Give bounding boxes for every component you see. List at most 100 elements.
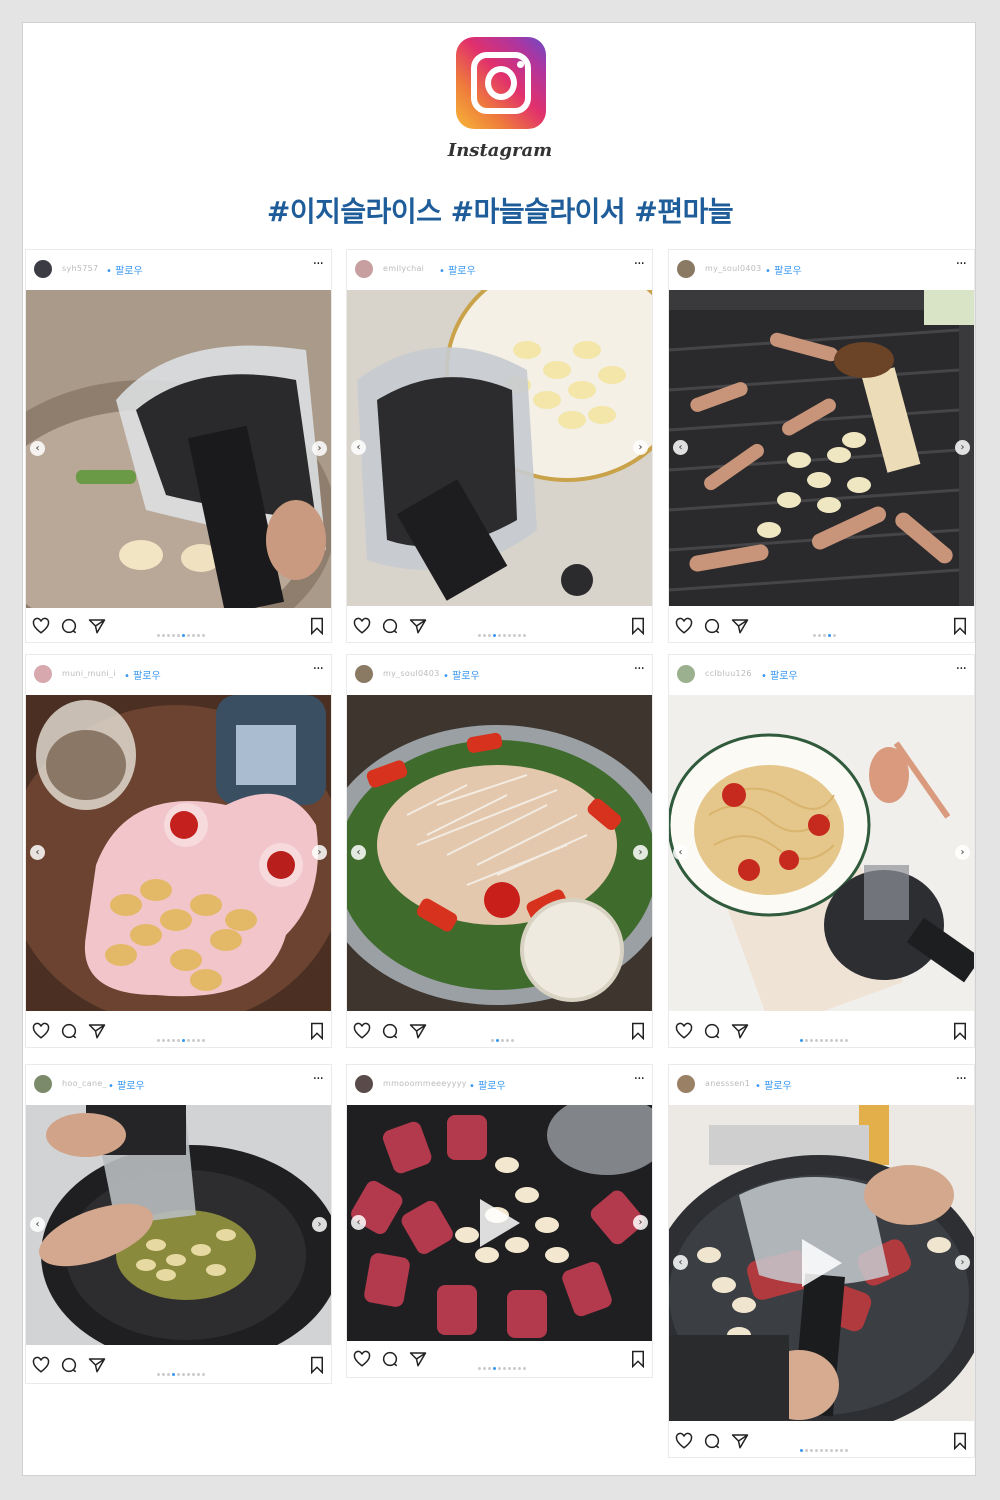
avatar[interactable]: [34, 1075, 52, 1093]
username[interactable]: my_soul0403: [705, 264, 762, 273]
bookmark-icon[interactable]: [630, 617, 646, 635]
heart-icon[interactable]: [32, 617, 50, 635]
heart-icon[interactable]: [353, 1350, 371, 1368]
follow-link[interactable]: • 팔로우: [439, 262, 476, 277]
comment-icon[interactable]: [60, 1356, 78, 1374]
avatar[interactable]: [355, 665, 373, 683]
avatar[interactable]: [355, 260, 373, 278]
avatar[interactable]: [355, 1075, 373, 1093]
share-icon[interactable]: [88, 1022, 106, 1040]
comment-icon[interactable]: [703, 1432, 721, 1450]
chevron-right-icon[interactable]: ›: [633, 845, 648, 860]
bookmark-icon[interactable]: [952, 1022, 968, 1040]
chevron-left-icon[interactable]: ‹: [673, 845, 688, 860]
username[interactable]: my_soul0403: [383, 669, 440, 678]
comment-icon[interactable]: [381, 617, 399, 635]
comment-icon[interactable]: [381, 1022, 399, 1040]
follow-link[interactable]: • 팔로우: [761, 667, 798, 682]
chevron-right-icon[interactable]: ›: [955, 1255, 970, 1270]
post-photo[interactable]: ‹ ›: [669, 1105, 974, 1421]
username[interactable]: anesssen1: [705, 1079, 750, 1088]
heart-icon[interactable]: [675, 617, 693, 635]
chevron-right-icon[interactable]: ›: [955, 845, 970, 860]
chevron-right-icon[interactable]: ›: [633, 440, 648, 455]
heart-icon[interactable]: [353, 1022, 371, 1040]
post-photo[interactable]: ‹ ›: [669, 290, 974, 606]
bookmark-icon[interactable]: [309, 1022, 325, 1040]
username[interactable]: muni_muni_i: [62, 669, 116, 678]
share-icon[interactable]: [731, 617, 749, 635]
heart-icon[interactable]: [675, 1432, 693, 1450]
post-photo[interactable]: ‹ ›: [347, 290, 652, 606]
follow-link[interactable]: • 팔로우: [124, 667, 161, 682]
chevron-left-icon[interactable]: ‹: [30, 845, 45, 860]
comment-icon[interactable]: [703, 617, 721, 635]
share-icon[interactable]: [409, 1350, 427, 1368]
follow-link[interactable]: • 팔로우: [443, 667, 480, 682]
post-photo[interactable]: ‹ ›: [669, 695, 974, 1011]
share-icon[interactable]: [731, 1432, 749, 1450]
share-icon[interactable]: [731, 1022, 749, 1040]
avatar[interactable]: [677, 260, 695, 278]
avatar[interactable]: [34, 260, 52, 278]
bookmark-icon[interactable]: [309, 617, 325, 635]
chevron-right-icon[interactable]: ›: [633, 1215, 648, 1230]
username[interactable]: emilychai: [383, 264, 424, 273]
chevron-right-icon[interactable]: ›: [312, 1217, 327, 1232]
chevron-left-icon[interactable]: ‹: [351, 440, 366, 455]
follow-link[interactable]: • 팔로우: [106, 262, 143, 277]
post-photo[interactable]: ‹ ›: [26, 695, 331, 1011]
chevron-left-icon[interactable]: ‹: [30, 441, 45, 456]
comment-icon[interactable]: [381, 1350, 399, 1368]
chevron-left-icon[interactable]: ‹: [30, 1217, 45, 1232]
post-photo[interactable]: ‹ ›: [26, 1105, 331, 1345]
bookmark-icon[interactable]: [309, 1356, 325, 1374]
share-icon[interactable]: [409, 1022, 427, 1040]
chevron-right-icon[interactable]: ›: [955, 440, 970, 455]
more-options-icon[interactable]: ···: [956, 256, 967, 272]
follow-link[interactable]: • 팔로우: [469, 1077, 506, 1092]
more-options-icon[interactable]: ···: [634, 661, 645, 677]
more-options-icon[interactable]: ···: [956, 661, 967, 677]
avatar[interactable]: [677, 665, 695, 683]
post-photo[interactable]: ‹ ›: [347, 695, 652, 1011]
play-icon[interactable]: [801, 1239, 842, 1287]
username[interactable]: hoo_cane_: [62, 1079, 107, 1088]
more-options-icon[interactable]: ···: [956, 1071, 967, 1087]
bookmark-icon[interactable]: [630, 1350, 646, 1368]
follow-link[interactable]: • 팔로우: [765, 262, 802, 277]
heart-icon[interactable]: [353, 617, 371, 635]
bookmark-icon[interactable]: [952, 1432, 968, 1450]
share-icon[interactable]: [88, 1356, 106, 1374]
share-icon[interactable]: [88, 617, 106, 635]
bookmark-icon[interactable]: [952, 617, 968, 635]
more-options-icon[interactable]: ···: [313, 256, 324, 272]
follow-link[interactable]: • 팔로우: [755, 1077, 792, 1092]
comment-icon[interactable]: [60, 1022, 78, 1040]
comment-icon[interactable]: [60, 617, 78, 635]
share-icon[interactable]: [409, 617, 427, 635]
avatar[interactable]: [34, 665, 52, 683]
chevron-left-icon[interactable]: ‹: [673, 1255, 688, 1270]
bookmark-icon[interactable]: [630, 1022, 646, 1040]
chevron-left-icon[interactable]: ‹: [351, 845, 366, 860]
heart-icon[interactable]: [675, 1022, 693, 1040]
comment-icon[interactable]: [703, 1022, 721, 1040]
heart-icon[interactable]: [32, 1356, 50, 1374]
chevron-right-icon[interactable]: ›: [312, 441, 327, 456]
more-options-icon[interactable]: ···: [634, 256, 645, 272]
username[interactable]: cclbluu126: [705, 669, 752, 678]
more-options-icon[interactable]: ···: [634, 1071, 645, 1087]
play-icon[interactable]: [479, 1199, 520, 1247]
chevron-left-icon[interactable]: ‹: [673, 440, 688, 455]
username[interactable]: syh5757: [62, 264, 98, 273]
username[interactable]: mmooommeeeyyyy: [383, 1079, 467, 1088]
more-options-icon[interactable]: ···: [313, 1071, 324, 1087]
post-photo[interactable]: ‹ ›: [347, 1105, 652, 1341]
heart-icon[interactable]: [32, 1022, 50, 1040]
chevron-left-icon[interactable]: ‹: [351, 1215, 366, 1230]
more-options-icon[interactable]: ···: [313, 661, 324, 677]
post-photo[interactable]: ‹ ›: [26, 290, 331, 608]
chevron-right-icon[interactable]: ›: [312, 845, 327, 860]
follow-link[interactable]: • 팔로우: [108, 1077, 145, 1092]
